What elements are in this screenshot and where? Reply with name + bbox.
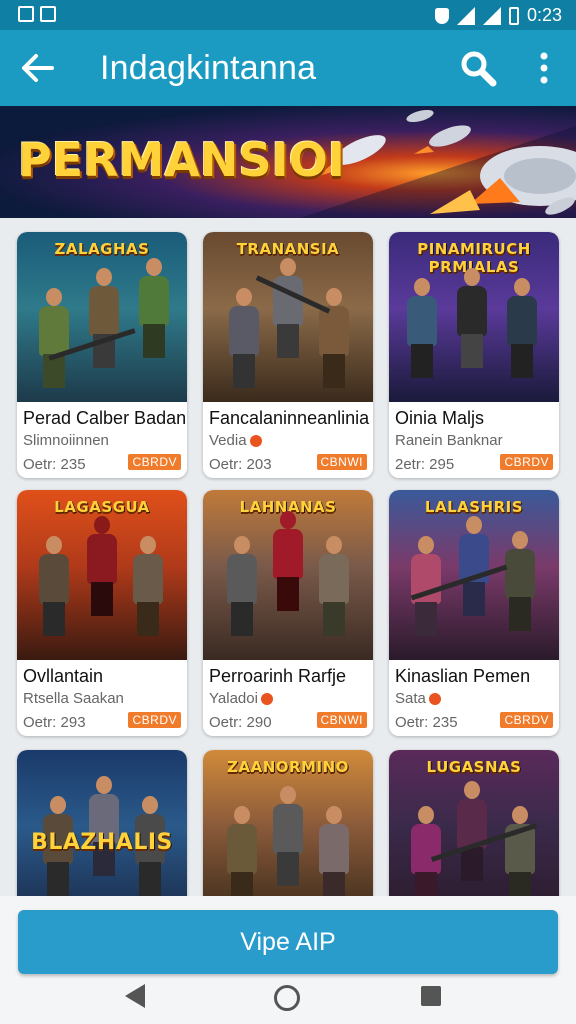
game-card[interactable]: LALASHRIS Kinaslian Pemen Sata Oetr: 235…	[389, 490, 559, 736]
shield-icon	[434, 7, 449, 24]
game-name: Fancalaninneanlinia	[209, 408, 370, 428]
notification-icon	[18, 6, 34, 22]
game-name: Kinaslian Pemen	[395, 666, 531, 686]
game-cost: Oetr: 235	[23, 456, 86, 473]
game-subtitle: Slimnoiinnen	[23, 432, 109, 449]
game-cost: Oetr: 293	[23, 714, 86, 731]
game-subtitle: Rtsella Saakan	[23, 690, 124, 707]
game-art: TRANANSIA	[203, 232, 373, 402]
search-icon[interactable]	[458, 48, 498, 88]
signal-icon	[456, 6, 475, 25]
game-card[interactable]: TRANANSIA Fancalaninneanlinia Vedia Oetr…	[203, 232, 373, 478]
get-button[interactable]: CBRDV	[128, 454, 181, 470]
game-card[interactable]: LUGASNAS	[389, 750, 559, 908]
more-vert-icon[interactable]	[528, 48, 560, 88]
game-name: Perroarinh Rarfje	[209, 666, 347, 686]
game-card[interactable]: ZAANORMINO	[203, 750, 373, 908]
game-card[interactable]: LAHNANAS Perroarinh Rarfje Yaladoi Oetr:…	[203, 490, 373, 736]
game-cost: Oetr: 203	[209, 456, 272, 473]
promo-banner[interactable]: PERMANSIOI	[0, 106, 576, 218]
get-button[interactable]: CBRDV	[128, 712, 181, 728]
nav-home-icon[interactable]	[274, 985, 300, 1011]
game-grid: ZALAGHAS Perad Calber Badan Slimnoiinnen…	[0, 218, 576, 908]
game-name: Oinia Maljs	[395, 408, 485, 428]
game-subtitle: Vedia	[209, 432, 371, 449]
game-art: LAGASGUA	[17, 490, 187, 660]
game-art: LAHNANAS	[203, 490, 373, 660]
badge-icon	[260, 693, 273, 706]
nav-back-icon[interactable]	[125, 984, 145, 1008]
game-name: Ovllantain	[23, 666, 104, 686]
vip-button[interactable]: Vipe AIP	[18, 910, 558, 974]
game-cost: Oetr: 235	[395, 714, 458, 731]
badge-icon	[249, 435, 262, 448]
game-art-title: BLAZHALIS	[31, 830, 173, 855]
get-button[interactable]: CBNWI	[316, 454, 367, 470]
game-art: ZAANORMINO	[203, 750, 373, 908]
game-cost: 2etr: 295	[395, 456, 455, 473]
battery-icon	[508, 6, 519, 25]
game-art: LALASHRIS	[389, 490, 559, 660]
game-name: Perad Calber Badan	[23, 408, 185, 428]
game-art: PINAMIRUCH PRMIALAS	[389, 232, 559, 402]
game-art: BLAZHALIS	[17, 750, 187, 908]
get-button[interactable]: CBNWI	[316, 712, 367, 728]
get-button[interactable]: CBRDV	[500, 454, 553, 470]
game-card[interactable]: LAGASGUA Ovllantain Rtsella Saakan Oetr:…	[17, 490, 187, 736]
game-subtitle: Ranein Banknar	[395, 432, 503, 449]
game-cost: Oetr: 290	[209, 714, 272, 731]
notification-icon-2	[40, 6, 56, 22]
nav-recents-icon[interactable]	[421, 986, 441, 1006]
banner-title: PERMANSIOI	[18, 133, 345, 187]
badge-icon	[428, 693, 441, 706]
back-arrow-icon[interactable]	[18, 48, 58, 88]
game-subtitle: Sata	[395, 690, 557, 707]
game-card[interactable]: BLAZHALIS	[17, 750, 187, 908]
app-title: Indagkintanna	[100, 49, 317, 87]
status-bar: 0:23	[0, 0, 576, 30]
signal-icon-2	[482, 6, 501, 25]
game-card[interactable]: ZALAGHAS Perad Calber Badan Slimnoiinnen…	[17, 232, 187, 478]
game-subtitle: Yaladoi	[209, 690, 371, 707]
game-art: ZALAGHAS	[17, 232, 187, 402]
app-bar: Indagkintanna	[0, 30, 576, 106]
game-card[interactable]: PINAMIRUCH PRMIALAS Oinia Maljs Ranein B…	[389, 232, 559, 478]
status-time: 0:23	[526, 5, 562, 25]
game-art: LUGASNAS	[389, 750, 559, 908]
bottom-bar: Vipe AIP	[0, 896, 576, 1024]
get-button[interactable]: CBRDV	[500, 712, 553, 728]
